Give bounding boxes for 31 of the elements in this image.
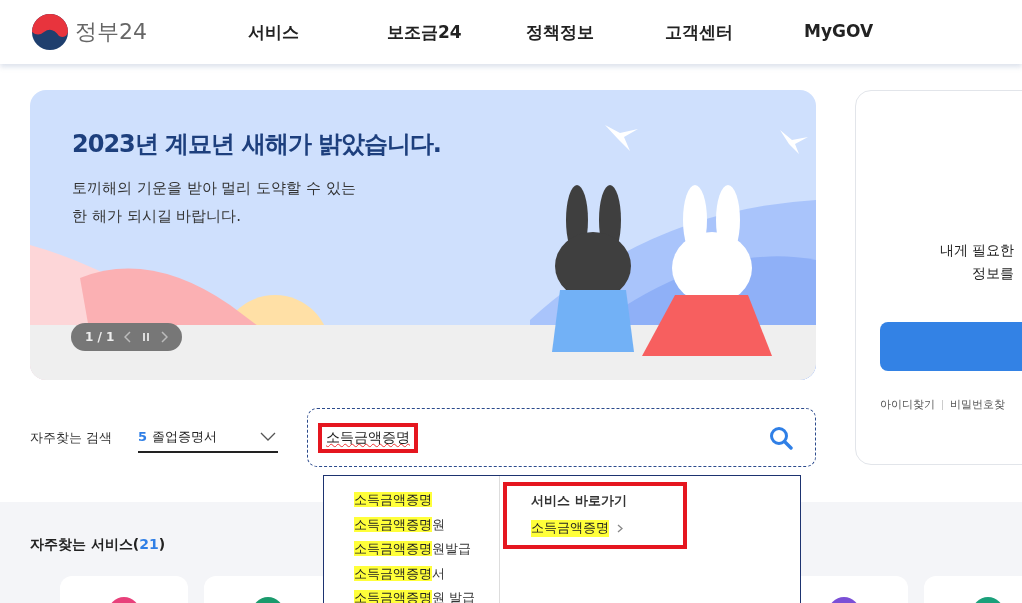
- account-link[interactable]: 비밀번호찾: [950, 397, 1005, 412]
- chevron-right-icon: [617, 524, 623, 533]
- nav-link[interactable]: 고객센터: [665, 20, 804, 44]
- nav-link[interactable]: MyGOV: [804, 20, 943, 44]
- search-query: 소득금액증명: [318, 422, 418, 453]
- logo-icon[interactable]: [30, 12, 70, 52]
- suggestion-item[interactable]: 소득금액증명: [354, 488, 499, 513]
- suggestion-item[interactable]: 소득금액증명 원발급: [354, 537, 499, 562]
- page-counter: 1 / 1: [85, 330, 115, 344]
- pause-icon[interactable]: [142, 332, 151, 342]
- shortcut-title: 서비스 바로가기: [531, 492, 627, 510]
- search-icon[interactable]: [769, 425, 793, 450]
- login-message: 정보를: [971, 264, 1014, 283]
- banner-subtitle: 토끼해의 기운을 받아 멀리 도약할 수 있는: [72, 178, 357, 199]
- nav-link[interactable]: 정책정보: [526, 20, 665, 44]
- frequent-search-label: 자주찾는 검색: [30, 428, 114, 447]
- account-link[interactable]: 아이디찾기: [880, 397, 935, 412]
- suggestion-item[interactable]: 소득금액증명 원: [354, 512, 499, 537]
- banner-subtitle: 한 해가 되시길 바랍니다.: [72, 206, 243, 227]
- nav-link[interactable]: 보조금24: [387, 20, 526, 44]
- nav-link[interactable]: 서비스: [248, 20, 387, 44]
- logo-text[interactable]: 정부24: [75, 17, 147, 47]
- next-icon[interactable]: [160, 331, 169, 343]
- chevron-down-icon: [260, 432, 276, 441]
- suggestion-item[interactable]: 소득금액증명 서: [354, 561, 499, 586]
- previous-icon[interactable]: [124, 331, 133, 343]
- search-field[interactable]: 소득금액증명: [307, 408, 816, 467]
- section-title: 자주찾는 서비스(21): [30, 536, 166, 554]
- login-message: 내게 필요한: [938, 241, 1014, 260]
- frequent-search-select[interactable]: 5 졸업증명서: [138, 422, 278, 453]
- banner-title: 2023년 계묘년 새해가 밝았습니다.: [72, 129, 442, 160]
